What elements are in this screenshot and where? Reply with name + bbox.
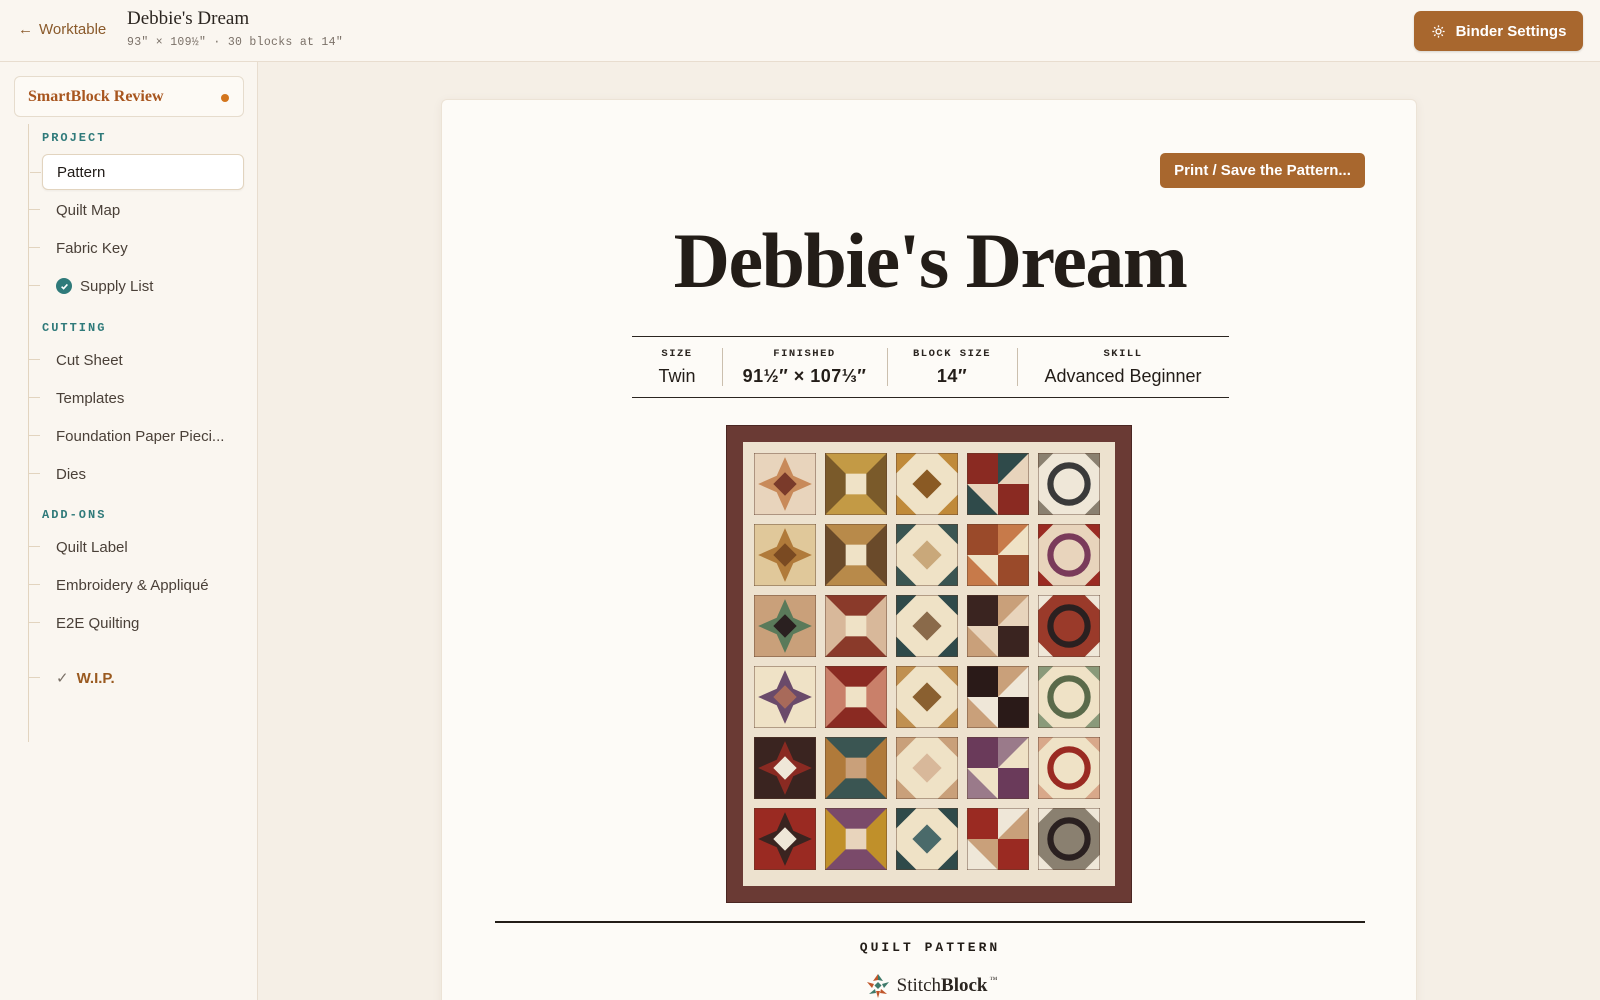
quilt-block (825, 453, 887, 515)
quilt-block (967, 808, 1029, 870)
sidebar-item-fabric-key[interactable]: Fabric Key (29, 230, 244, 266)
quilt-pattern-label: QUILT PATTERN (859, 940, 1001, 955)
quilt-block (896, 666, 958, 728)
sidebar-item-supply-list[interactable]: Supply List (29, 268, 244, 304)
spec-size-label: SIZE (661, 347, 693, 360)
sidebar-item-wip[interactable]: ✓ W.I.P. (29, 660, 244, 696)
section-cutting: CUTTING (42, 321, 107, 335)
quilt-block (825, 595, 887, 657)
sidebar-item-label: Cut Sheet (56, 351, 123, 369)
arrow-left-icon: ← (18, 21, 33, 38)
sidebar-item-label: E2E Quilting (56, 614, 140, 632)
quilt-block (967, 737, 1029, 799)
binder-settings-label: Binder Settings (1455, 22, 1567, 40)
brand-name-light: Stitch (896, 975, 942, 996)
sidebar-item-label: W.I.P. (76, 669, 115, 687)
quilt-block (1038, 453, 1100, 515)
quilt-block (896, 737, 958, 799)
quilt-block (825, 666, 887, 728)
spec-block-size: BLOCK SIZE 14″ (887, 337, 1017, 397)
quilt-block (967, 524, 1029, 586)
section-addons: ADD-ONS (42, 508, 107, 522)
sidebar-item-quilt-label[interactable]: Quilt Label (29, 529, 244, 565)
quilt-block (825, 524, 887, 586)
pattern-page: Print / Save the Pattern... Debbie's Dre… (441, 99, 1417, 1000)
quilt-block (754, 524, 816, 586)
back-link-label: Worktable (39, 21, 107, 38)
quilt-block (896, 595, 958, 657)
print-save-pattern-button[interactable]: Print / Save the Pattern... (1160, 153, 1365, 188)
quilt-block (825, 737, 887, 799)
quilt-block (754, 595, 816, 657)
top-bar: ← Worktable Debbie's Dream 93″ × 109½″ ·… (0, 0, 1600, 62)
spec-block-size-value: 14″ (936, 365, 968, 386)
divider (495, 921, 1365, 923)
sidebar-item-embroidery-applique[interactable]: Embroidery & Appliqué (29, 567, 244, 603)
sidebar: SmartBlock Review PROJECT Pattern Quilt … (0, 62, 258, 1000)
quilt-block (754, 666, 816, 728)
quilt-block (825, 808, 887, 870)
tree-line (28, 124, 29, 742)
quilt-block (896, 453, 958, 515)
quilt-block (896, 808, 958, 870)
spec-block-size-label: BLOCK SIZE (912, 347, 991, 360)
brand-name: StitchBlock ™ (897, 975, 998, 997)
back-to-worktable-link[interactable]: ← Worktable (18, 21, 106, 38)
spec-finished-value: 91½″ × 107⅓″ (742, 365, 867, 386)
spec-skill-label: SKILL (1103, 347, 1143, 360)
document-title: Debbie's Dream (127, 8, 250, 29)
sidebar-item-label: Fabric Key (56, 239, 128, 257)
quilt-block (896, 524, 958, 586)
sidebar-item-label: Quilt Label (56, 538, 128, 556)
quilt-block (1038, 524, 1100, 586)
stitchblock-logo-icon (866, 974, 889, 998)
spec-finished: FINISHED 91½″ × 107⅓″ (722, 337, 887, 397)
sidebar-item-e2e-quilting[interactable]: E2E Quilting (29, 605, 244, 641)
binder-settings-button[interactable]: Binder Settings (1414, 11, 1583, 51)
sidebar-item-quilt-map[interactable]: Quilt Map (29, 192, 244, 228)
quilt-block (967, 453, 1029, 515)
notification-dot (221, 94, 229, 102)
quilt-block (754, 453, 816, 515)
brand-logo: StitchBlock ™ (442, 972, 1418, 1000)
sidebar-item-label: Dies (56, 465, 87, 483)
sidebar-item-cut-sheet[interactable]: Cut Sheet (29, 342, 244, 378)
quilt-block (967, 666, 1029, 728)
sidebar-item-templates[interactable]: Templates (29, 380, 244, 416)
brand-name-bold: Block (941, 975, 988, 996)
smartblock-review-button[interactable]: SmartBlock Review (14, 76, 244, 117)
quilt-block (754, 737, 816, 799)
quilt-block (754, 808, 816, 870)
spec-size-value: Twin (658, 365, 696, 386)
quilt-block (1038, 737, 1100, 799)
check-circle-icon (56, 278, 72, 294)
quilt-preview-image (726, 425, 1132, 903)
section-project: PROJECT (42, 131, 107, 145)
brand-trademark: ™ (989, 975, 998, 984)
spec-strip: SIZE Twin FINISHED 91½″ × 107⅓″ BLOCK SI… (632, 336, 1229, 398)
sidebar-item-label: Supply List (80, 277, 154, 295)
spec-skill: SKILL Advanced Beginner (1017, 337, 1229, 397)
sidebar-item-pattern[interactable]: Pattern (30, 154, 244, 190)
spec-skill-value: Advanced Beginner (1044, 365, 1202, 386)
spec-size: SIZE Twin (632, 337, 722, 397)
quilt-block (1038, 666, 1100, 728)
sidebar-item-label: Templates (56, 389, 125, 407)
sidebar-item-foundation-paper-piecing[interactable]: Foundation Paper Pieci... (29, 418, 244, 454)
document-subtitle: 93″ × 109½″ · 30 blocks at 14″ (127, 36, 344, 49)
quilt-block (1038, 595, 1100, 657)
check-icon: ✓ (56, 670, 69, 687)
quilt-block (1038, 808, 1100, 870)
sidebar-item-label: Quilt Map (56, 201, 121, 219)
sun-gear-icon (1431, 24, 1445, 38)
pattern-title: Debbie's Dream (673, 217, 1188, 304)
smartblock-review-label: SmartBlock Review (28, 87, 164, 105)
quilt-block (967, 595, 1029, 657)
sidebar-item-label: Embroidery & Appliqué (56, 576, 209, 594)
sidebar-item-label: Foundation Paper Pieci... (56, 427, 225, 445)
quilt-center (743, 442, 1115, 886)
sidebar-item-label: Pattern (57, 163, 106, 181)
sidebar-item-dies[interactable]: Dies (29, 456, 244, 492)
spec-finished-label: FINISHED (773, 347, 836, 360)
